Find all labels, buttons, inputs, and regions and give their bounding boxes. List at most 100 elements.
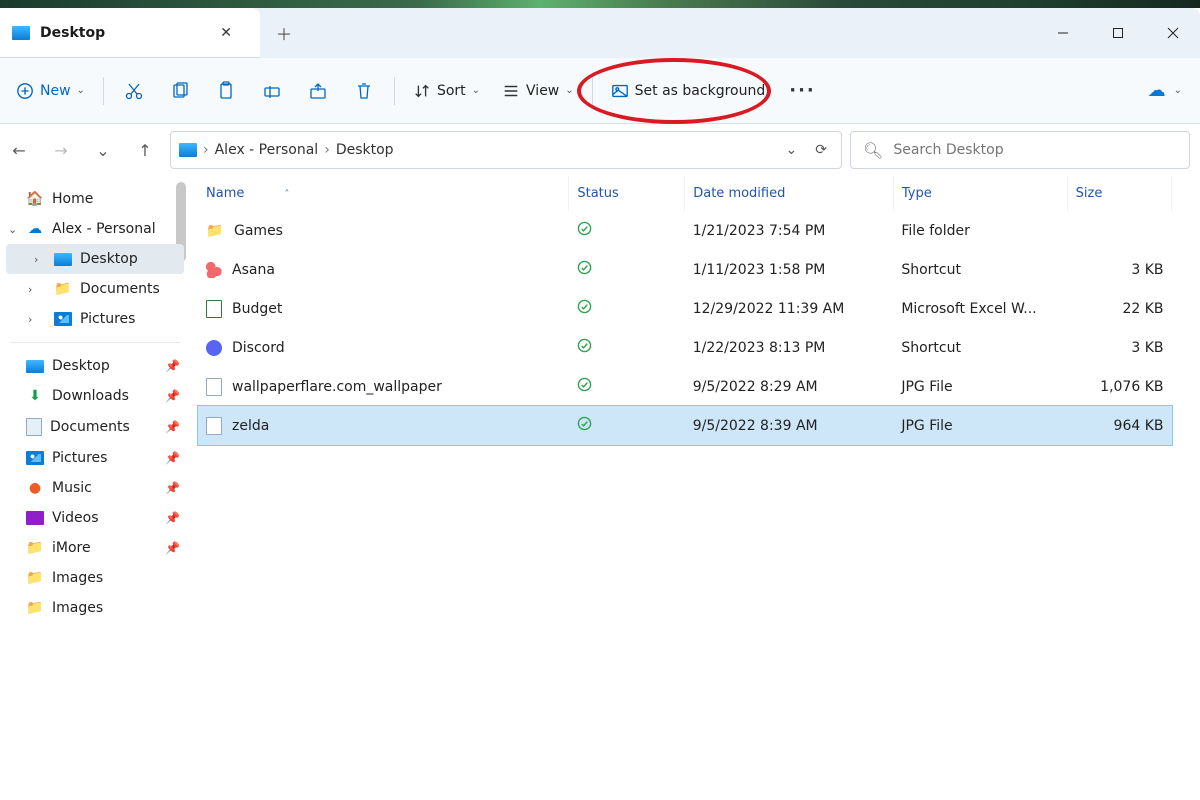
expander-icon[interactable]: ⌄	[8, 223, 17, 236]
file-type: Microsoft Excel W...	[901, 301, 1036, 317]
desktop-icon	[12, 26, 30, 40]
sidebar-item-documents[interactable]: ›📁Documents	[0, 274, 190, 304]
sidebar-item-label: Home	[52, 191, 93, 207]
set-as-background-button[interactable]: Set as background	[601, 74, 776, 108]
expander-icon[interactable]: ›	[34, 253, 38, 266]
view-label: View	[526, 83, 559, 99]
search-input[interactable]	[893, 142, 1177, 158]
file-size: 22 KB	[1122, 301, 1163, 317]
asana-icon	[206, 262, 222, 278]
sidebar-quick-documents[interactable]: Documents📌	[0, 411, 190, 443]
more-button[interactable]: ···	[777, 72, 828, 109]
copy-button[interactable]	[158, 73, 202, 109]
breadcrumb-root[interactable]: Alex - Personal	[215, 142, 319, 158]
view-button[interactable]: View ⌄	[492, 74, 584, 108]
cut-button[interactable]	[112, 73, 156, 109]
sidebar-item-onedrive[interactable]: ⌄ ☁ Alex - Personal	[0, 214, 190, 244]
chevron-down-icon: ⌄	[565, 85, 573, 96]
refresh-button[interactable]: ⟳	[809, 138, 833, 162]
forward-button[interactable]: →	[44, 133, 78, 167]
sidebar-quick-imore[interactable]: 📁iMore📌	[0, 533, 190, 563]
expander-icon[interactable]: ›	[28, 283, 32, 296]
sidebar-item-pictures[interactable]: ›Pictures	[0, 304, 190, 334]
address-dropdown-button[interactable]: ⌄	[780, 138, 804, 162]
sidebar-quick-videos[interactable]: Videos📌	[0, 503, 190, 533]
file-row[interactable]: wallpaperflare.com_wallpaper9/5/2022 8:2…	[198, 367, 1172, 406]
download-icon: ⬇	[26, 388, 44, 404]
file-date: 1/11/2023 1:58 PM	[693, 262, 826, 278]
divider	[592, 77, 593, 105]
sidebar-quick-images-2[interactable]: 📁Images	[0, 593, 190, 623]
file-size: 3 KB	[1131, 340, 1163, 356]
breadcrumb-current[interactable]: Desktop	[336, 142, 394, 158]
close-tab-button[interactable]: ✕	[212, 21, 240, 45]
tab-desktop[interactable]: Desktop ✕	[0, 8, 260, 58]
pin-icon: 📌	[165, 359, 180, 373]
file-date: 12/29/2022 11:39 AM	[693, 301, 845, 317]
back-button[interactable]: ←	[2, 133, 36, 167]
sidebar-item-label: Downloads	[52, 388, 129, 404]
sidebar-quick-desktop[interactable]: Desktop📌	[0, 351, 190, 381]
sidebar-item-label: Images	[52, 600, 103, 616]
share-button[interactable]	[296, 73, 340, 109]
file-type: JPG File	[901, 418, 952, 434]
new-button[interactable]: New ⌄	[6, 74, 95, 108]
column-header-size[interactable]: Size	[1067, 176, 1171, 211]
sidebar-item-home[interactable]: 🏠 Home	[0, 184, 190, 214]
folder-icon: 📁	[206, 223, 224, 239]
onedrive-status-icon[interactable]: ☁	[1148, 80, 1166, 101]
column-header-type[interactable]: Type	[893, 176, 1067, 211]
file-row[interactable]: Discord1/22/2023 8:13 PMShortcut3 KB	[198, 328, 1172, 367]
maximize-button[interactable]	[1090, 8, 1145, 58]
sidebar-quick-pictures[interactable]: Pictures📌	[0, 443, 190, 473]
sort-label: Sort	[437, 83, 466, 99]
pin-icon: 📌	[165, 541, 180, 555]
up-button[interactable]: ↑	[128, 133, 162, 167]
recent-locations-button[interactable]: ⌄	[86, 133, 120, 167]
pin-icon: 📌	[165, 389, 180, 403]
pictures-icon	[54, 312, 72, 326]
address-bar-row: ← → ⌄ ↑ › Alex - Personal › Desktop ⌄ ⟳ …	[0, 124, 1200, 176]
discord-icon	[206, 340, 222, 356]
delete-button[interactable]	[342, 73, 386, 109]
sidebar-item-label: Images	[52, 570, 103, 586]
cloud-icon: ☁	[26, 221, 44, 237]
file-name: Budget	[232, 301, 282, 317]
file-row[interactable]: zelda9/5/2022 8:39 AMJPG File964 KB	[198, 406, 1172, 445]
close-window-button[interactable]	[1145, 8, 1200, 58]
chevron-down-icon: ⌄	[472, 85, 480, 96]
file-date: 9/5/2022 8:39 AM	[693, 418, 818, 434]
music-icon: ●	[26, 480, 44, 496]
file-row[interactable]: 📁Games1/21/2023 7:54 PMFile folder	[198, 211, 1172, 250]
sidebar-item-desktop[interactable]: ›Desktop	[6, 244, 184, 274]
column-header-name[interactable]: Name˄	[198, 176, 569, 211]
synced-status-icon	[577, 341, 592, 357]
synced-status-icon	[577, 224, 592, 240]
column-header-status[interactable]: Status	[569, 176, 685, 211]
folder-icon: 📁	[54, 281, 72, 297]
sidebar-quick-downloads[interactable]: ⬇ Downloads 📌	[0, 381, 190, 411]
file-row[interactable]: Budget 12/29/2022 11:39 AM Microsoft Excel…	[198, 289, 1172, 328]
desktop-icon	[54, 253, 72, 266]
file-type: JPG File	[901, 379, 952, 395]
home-icon: 🏠	[26, 191, 44, 207]
expander-icon[interactable]: ›	[28, 313, 32, 326]
sidebar-item-label: Alex - Personal	[52, 221, 156, 237]
navigation-sidebar: 🏠 Home ⌄ ☁ Alex - Personal ›Desktop › 📁 Docum…	[0, 176, 190, 800]
pin-icon: 📌	[165, 481, 180, 495]
sort-button[interactable]: Sort ⌄	[403, 74, 490, 108]
search-box[interactable]: 🔍︎	[850, 131, 1190, 169]
rename-button[interactable]	[250, 73, 294, 109]
column-header-date[interactable]: Date modified	[685, 176, 894, 211]
file-row[interactable]: Asana1/11/2023 1:58 PMShortcut3 KB	[198, 250, 1172, 289]
sidebar-quick-music[interactable]: ●Music📌	[0, 473, 190, 503]
content-area: 🏠 Home ⌄ ☁ Alex - Personal ›Desktop › 📁 Docum…	[0, 176, 1200, 800]
sidebar-quick-images-1[interactable]: 📁Images	[0, 563, 190, 593]
address-bar[interactable]: › Alex - Personal › Desktop ⌄ ⟳	[170, 131, 842, 169]
new-tab-button[interactable]: ＋	[260, 8, 308, 58]
paste-button[interactable]	[204, 73, 248, 109]
minimize-button[interactable]	[1035, 8, 1090, 58]
explorer-window: Desktop ✕ ＋ New ⌄ Sort ⌄	[0, 8, 1200, 800]
window-controls	[1035, 8, 1200, 58]
image-file-icon	[206, 417, 222, 435]
